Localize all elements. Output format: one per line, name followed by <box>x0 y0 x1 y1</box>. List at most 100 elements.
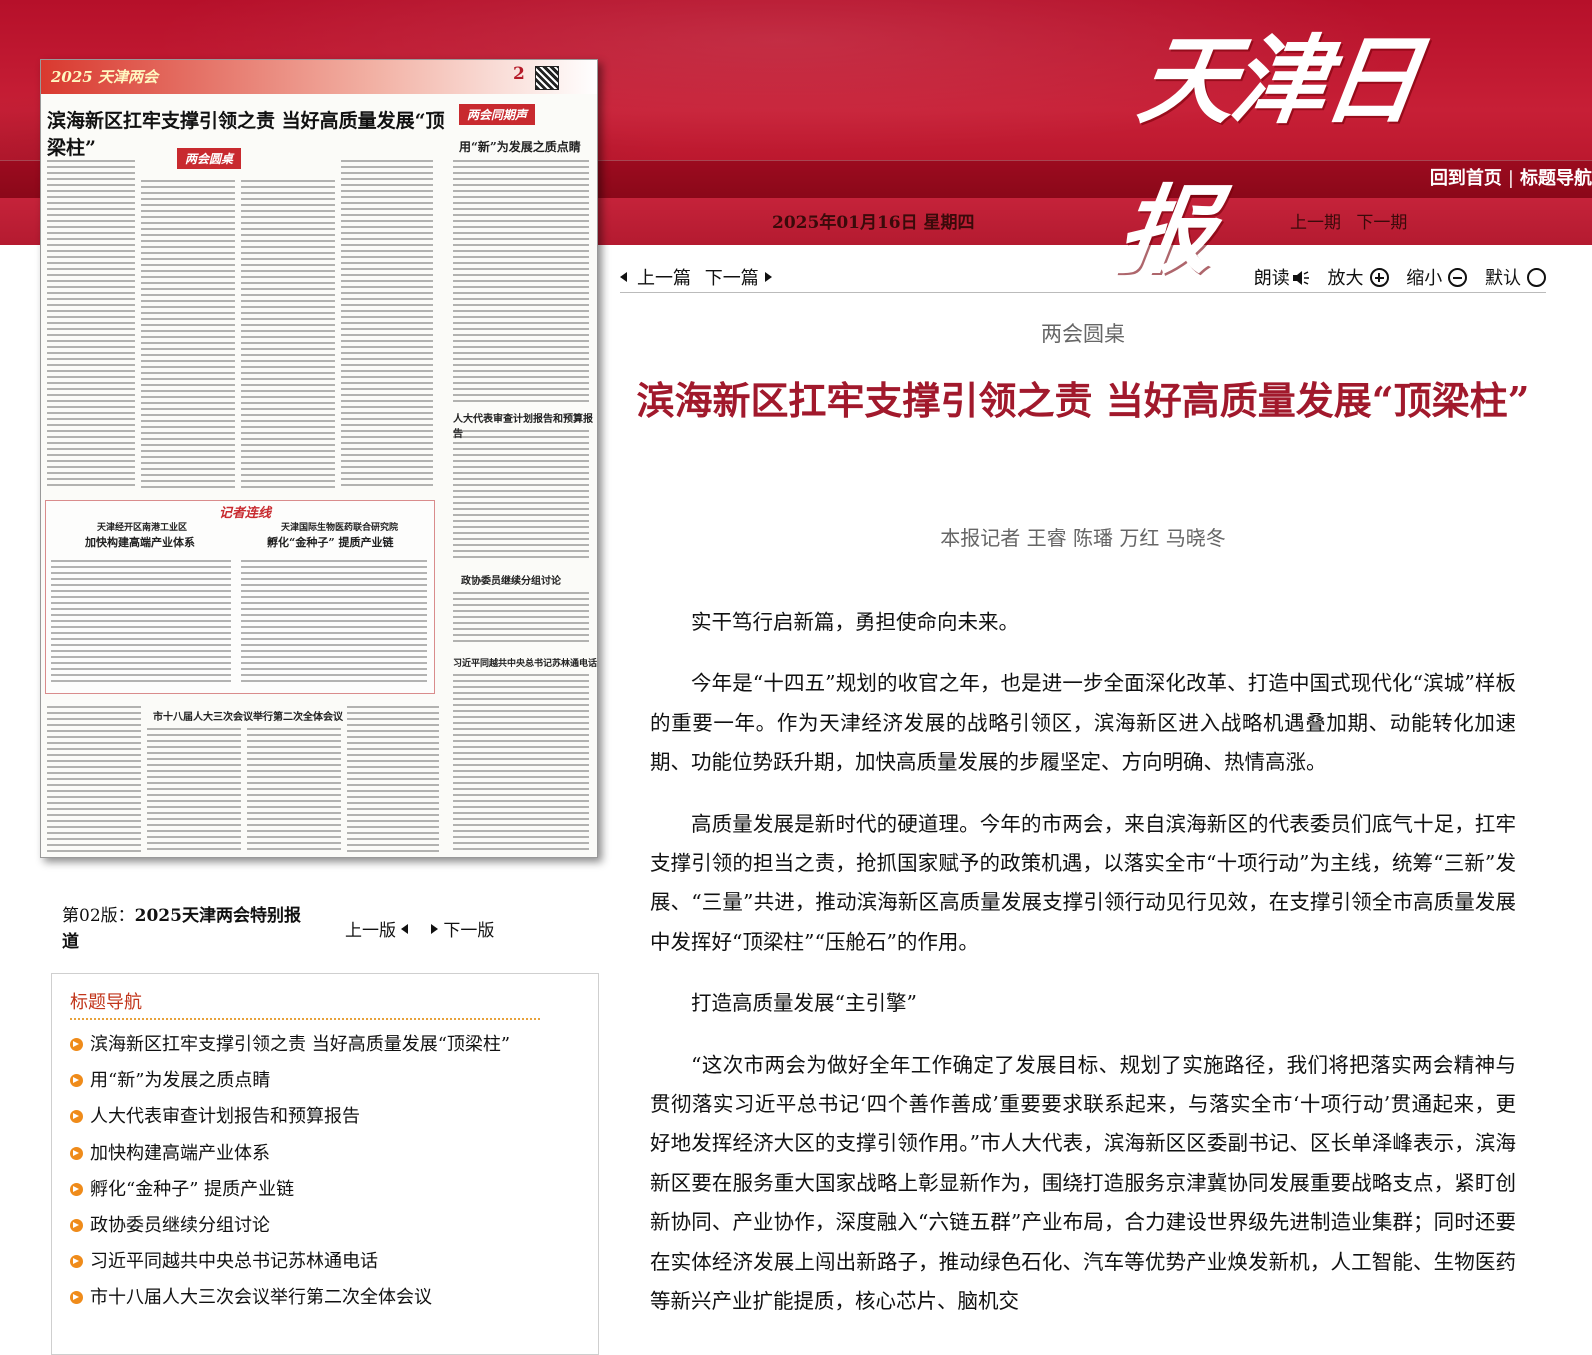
thumbnail-text-column <box>453 592 589 646</box>
issue-date: 2025年01月16日 星期四 <box>772 213 975 233</box>
thumbnail-tag-roundtable: 两会圆桌 <box>177 148 242 169</box>
next-article-link[interactable]: 下一篇 <box>705 268 772 289</box>
thumbnail-sub-1[interactable]: 用“新”为发展之质点睛 <box>459 138 581 155</box>
newspaper-page-thumbnail[interactable]: 2025 天津两会 2 滨海新区扛牢支撑引领之责 当好高质量发展“顶梁柱” 两会… <box>40 59 598 858</box>
toc-title: 标题导航 <box>70 992 142 1013</box>
default-size-label: 默认 <box>1485 268 1521 289</box>
toc-item[interactable]: 加快构建高端产业体系 <box>70 1139 510 1175</box>
thumbnail-text-column <box>347 706 439 854</box>
thumbnail-box-b-org: 天津国际生物医药联合研究院 <box>281 523 399 533</box>
article-paragraph: “这次市两会为做好全年工作确定了发展目标、规划了实施路径，我们将把落实两会精神与… <box>650 1052 1516 1314</box>
thumbnail-text-column <box>51 560 231 685</box>
thumbnail-tag-observe: 两会同期声 <box>459 104 536 125</box>
triangle-right-icon <box>764 272 772 282</box>
toc-item-label: 加快构建高端产业体系 <box>90 1142 270 1164</box>
thumbnail-text-column <box>453 674 589 854</box>
thumbnail-headline[interactable]: 滨海新区扛牢支撑引领之责 当好高质量发展“顶梁柱” <box>47 106 447 160</box>
article-byline: 本报记者 王睿 陈璠 万红 马晓冬 <box>940 526 1226 550</box>
home-link[interactable]: 回到首页 <box>1430 168 1502 189</box>
thumbnail-sub-4[interactable]: 习近平同越共中央总书记苏林通电话 <box>453 656 597 669</box>
article-section-label: 两会圆桌 <box>1041 322 1125 346</box>
edition-prefix: 第02版： <box>62 906 135 926</box>
nav-separator: | <box>1507 168 1514 189</box>
toc-item[interactable]: 用“新”为发展之质点睛 <box>70 1066 510 1102</box>
page-navigation: 上一版 下一版 <box>345 916 494 941</box>
toc-item-label: 人大代表审查计划报告和预算报告 <box>90 1106 360 1128</box>
toc-item[interactable]: 孵化“金种子” 提质产业链 <box>70 1175 510 1211</box>
zoom-in-button[interactable]: 放大 <box>1322 268 1389 289</box>
reading-tools: 朗读 放大 缩小 默认 <box>1242 264 1546 290</box>
thumbnail-text-column <box>341 160 433 490</box>
prev-article-label: 上一篇 <box>637 268 691 289</box>
thumbnail-tag-reporter: 记者连线 <box>219 506 272 521</box>
speaker-icon <box>1292 271 1309 285</box>
toc-item-label: 滨海新区扛牢支撑引领之责 当好高质量发展“顶梁柱” <box>90 1034 511 1055</box>
thumbnail-sub-5[interactable]: 市十八届人大三次会议举行第二次全体会议 <box>153 708 343 723</box>
article-paragraph: 高质量发展是新时代的硬道理。今年的市两会，来自滨海新区的代表委员们底气十足，扛牢… <box>650 811 1516 954</box>
article-paragraph: 实干笃行启新篇，勇担使命向未来。 <box>691 610 1019 634</box>
issue-navigation: 上一期 下一期 <box>1290 208 1417 233</box>
toc-item[interactable]: 人大代表审查计划报告和预算报告 <box>70 1102 510 1138</box>
zoom-out-label: 缩小 <box>1406 268 1443 289</box>
next-issue-link[interactable]: 下一期 <box>1356 213 1407 233</box>
bullet-arrow-icon <box>70 1291 83 1305</box>
zoom-out-icon <box>1448 268 1468 287</box>
article-paragraph: 今年是“十四五”规划的收官之年，也是进一步全面深化改革、打造中国式现代化“滨城”… <box>650 671 1516 775</box>
toc-item[interactable]: 滨海新区扛牢支撑引领之责 当好高质量发展“顶梁柱” <box>70 1030 510 1066</box>
headline-navigation-panel: 标题导航 滨海新区扛牢支撑引领之责 当好高质量发展“顶梁柱” 用“新”为发展之质… <box>51 973 599 1355</box>
prev-page-link[interactable]: 上一版 <box>345 921 408 941</box>
article-toolbar: 上一篇 下一篇 朗读 放大 缩小 默认 <box>620 262 1546 293</box>
toc-item[interactable]: 政协委员继续分组讨论 <box>70 1211 510 1247</box>
thumbnail-sub-3[interactable]: 政协委员继续分组讨论 <box>461 572 561 587</box>
page-number: 2 <box>513 64 525 84</box>
triangle-left-icon <box>401 924 408 934</box>
zoom-out-button[interactable]: 缩小 <box>1400 268 1468 289</box>
next-page-link[interactable]: 下一版 <box>431 921 494 941</box>
bullet-arrow-icon <box>70 1074 83 1088</box>
next-article-label: 下一篇 <box>704 268 759 289</box>
thumbnail-text-column <box>241 560 427 685</box>
article-subheading: 打造高质量发展“主引擎” <box>691 991 917 1016</box>
next-page-label: 下一版 <box>443 921 495 941</box>
triangle-left-icon <box>620 272 627 282</box>
thumbnail-text-column <box>453 160 589 405</box>
read-aloud-button[interactable]: 朗读 <box>1248 268 1310 289</box>
thumbnail-box-a-org: 天津经开区南港工业区 <box>97 523 188 533</box>
thumbnail-text-column <box>47 706 141 854</box>
article-navigation: 上一篇 下一篇 <box>620 264 772 290</box>
headline-nav-link[interactable]: 标题导航 <box>1520 168 1592 189</box>
thumbnail-text-column <box>141 180 235 490</box>
thumbnail-text-column <box>241 180 335 490</box>
prev-article-link[interactable]: 上一篇 <box>620 268 691 289</box>
zoom-in-label: 放大 <box>1327 268 1364 289</box>
toc-divider <box>70 1018 540 1020</box>
prev-issue-link[interactable]: 上一期 <box>1290 213 1341 233</box>
toc-item-label: 市十八届人大三次会议举行第二次全体会议 <box>90 1287 432 1309</box>
newspaper-logo[interactable]: 天津日报 <box>1111 6 1470 287</box>
thumbnail-text-column <box>247 728 341 854</box>
toc-item-label: 用“新”为发展之质点睛 <box>90 1070 271 1092</box>
toc-item-label: 政协委员继续分组讨论 <box>90 1214 270 1236</box>
triangle-right-icon <box>431 924 439 934</box>
read-aloud-label: 朗读 <box>1253 268 1290 289</box>
toc-item-label: 孵化“金种子” 提质产业链 <box>90 1178 295 1200</box>
toc-item[interactable]: 习近平同越共中央总书记苏林通电话 <box>70 1247 510 1283</box>
thumbnail-box-b-title[interactable]: 孵化“金种子” 提质产业链 <box>267 534 393 550</box>
toc-item-label: 习近平同越共中央总书记苏林通电话 <box>90 1251 378 1273</box>
bullet-arrow-icon <box>70 1146 83 1160</box>
prev-page-label: 上一版 <box>345 921 396 941</box>
toc-list: 滨海新区扛牢支撑引领之责 当好高质量发展“顶梁柱” 用“新”为发展之质点睛 人大… <box>70 1030 510 1320</box>
bullet-arrow-icon <box>70 1182 83 1196</box>
bullet-arrow-icon <box>70 1038 83 1051</box>
top-navigation: 回到首页 | 标题导航 <box>1430 165 1592 193</box>
page-banner-title: 2025 天津两会 <box>51 68 158 86</box>
thumbnail-box-a-title[interactable]: 加快构建高端产业体系 <box>85 534 195 550</box>
qr-code-icon <box>535 66 559 90</box>
bullet-arrow-icon <box>70 1218 83 1232</box>
article-body: 实干笃行启新篇，勇担使命向未来。 今年是“十四五”规划的收官之年，也是进一步全面… <box>650 603 1516 1344</box>
article-title: 滨海新区扛牢支撑引领之责 当好高质量发展“顶梁柱” <box>636 378 1530 423</box>
thumbnail-text-column <box>47 160 135 490</box>
default-size-button[interactable]: 默认 <box>1479 268 1546 289</box>
toc-item[interactable]: 市十八届人大三次会议举行第二次全体会议 <box>70 1283 510 1319</box>
edition-label: 第02版：2025天津两会特别报道 <box>62 903 302 955</box>
